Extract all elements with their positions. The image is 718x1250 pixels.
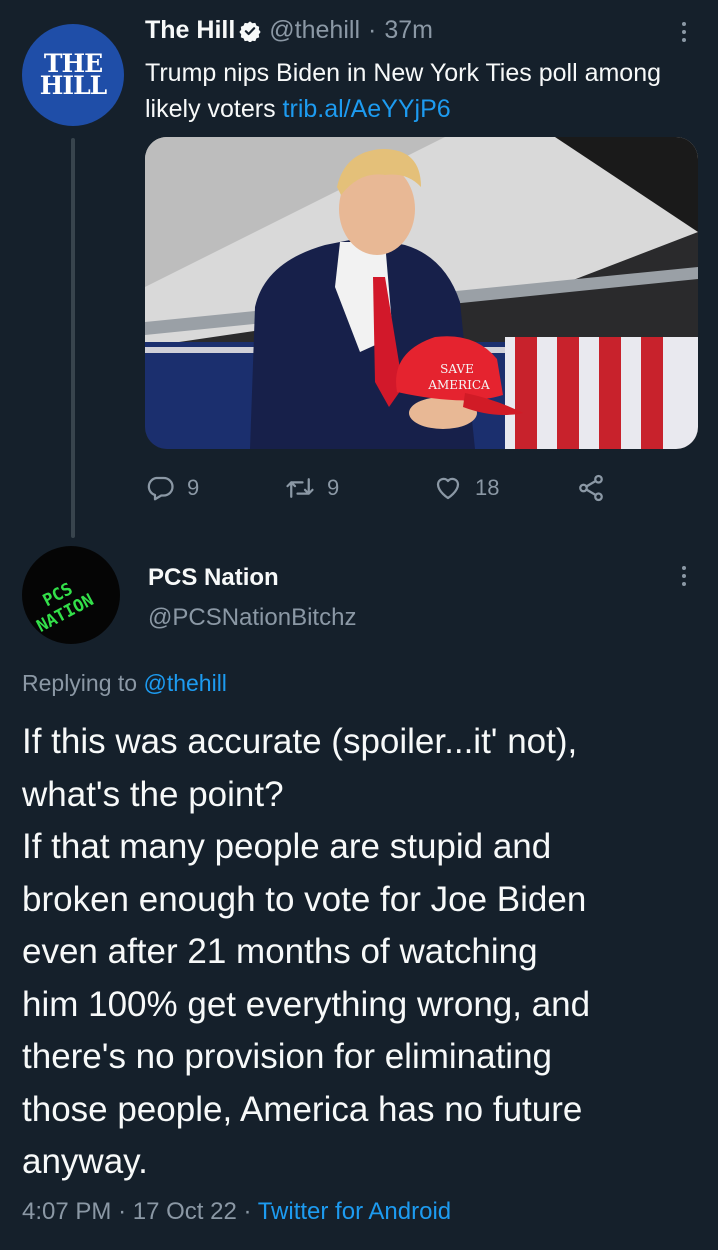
- tweet2-source[interactable]: Twitter for Android: [258, 1198, 451, 1225]
- verified-badge-icon: [239, 20, 261, 42]
- tweet2-text: If this was accurate (spoiler...it' not)…: [22, 716, 706, 1189]
- text-line: what's the point?: [22, 774, 284, 814]
- tweet2-display-name[interactable]: PCS Nation: [148, 564, 279, 592]
- text-line: If this was accurate (spoiler...it' not)…: [22, 722, 578, 761]
- the-hill-avatar[interactable]: THE HILL: [22, 24, 124, 126]
- like-button[interactable]: 18: [433, 470, 499, 506]
- tweet2-handle[interactable]: @PCSNationBitchz: [148, 604, 356, 632]
- more-options-icon[interactable]: [674, 562, 694, 596]
- text-line: him 100% get everything wrong, and: [22, 984, 591, 1024]
- thread-connector-line: [71, 138, 75, 538]
- tweet1-handle[interactable]: @thehill: [269, 16, 360, 45]
- hat-text-line1: SAVE: [440, 362, 474, 376]
- tweet1-text: Trump nips Biden in New York Ties poll a…: [145, 55, 685, 127]
- text-line: If that many people are stupid and: [22, 827, 552, 866]
- tweet2-time[interactable]: 4:07 PM: [22, 1198, 111, 1225]
- text-line: even after 21 months of watching: [22, 932, 538, 971]
- tweet1-link[interactable]: trib.al/AeYYjP6: [283, 95, 451, 123]
- replying-prefix: Replying to: [22, 670, 138, 696]
- header-separator: ·: [368, 16, 377, 44]
- meta-separator: ·: [243, 1198, 252, 1225]
- meta-separator: ·: [118, 1198, 127, 1225]
- tweet1-display-name[interactable]: The Hill: [145, 16, 235, 45]
- text-line: anyway.: [22, 1142, 148, 1181]
- tweet2-meta: 4:07 PM · 17 Oct 22 · Twitter for Androi…: [22, 1198, 451, 1226]
- retweet-count: 9: [327, 475, 340, 500]
- avatar-text-line2: HILL: [39, 71, 107, 100]
- reply-count: 9: [187, 475, 200, 500]
- text-line: there's no provision for eliminating: [22, 1037, 553, 1076]
- pcs-nation-logo: PCS NATION: [34, 579, 98, 637]
- tweet1-timestamp[interactable]: 37m: [384, 16, 433, 45]
- reply-icon: [147, 476, 174, 501]
- tweet2-date[interactable]: 17 Oct 22: [133, 1198, 237, 1225]
- more-options-icon[interactable]: [674, 18, 694, 52]
- share-button[interactable]: [576, 470, 618, 506]
- retweet-icon: [286, 478, 314, 498]
- text-line: those people, America has no future: [22, 1089, 583, 1129]
- hat-text-line2: AMERICA: [427, 378, 490, 392]
- share-icon: [579, 474, 603, 502]
- replying-to-handle[interactable]: @thehill: [143, 670, 226, 696]
- tweet1-header: The Hill @thehill · 37m: [145, 16, 433, 45]
- text-line: broken enough to vote for Joe Biden: [22, 879, 587, 919]
- like-count: 18: [475, 475, 500, 500]
- reply-button[interactable]: 9: [145, 470, 199, 506]
- retweet-button[interactable]: 9: [285, 470, 339, 506]
- like-icon: [436, 477, 460, 500]
- pcs-nation-avatar[interactable]: PCS NATION: [22, 546, 120, 644]
- tweet1-photo[interactable]: SAVE AMERICA: [145, 137, 698, 449]
- trump-photo-illustration: SAVE AMERICA: [145, 137, 698, 449]
- replying-to: Replying to @thehill: [22, 670, 227, 697]
